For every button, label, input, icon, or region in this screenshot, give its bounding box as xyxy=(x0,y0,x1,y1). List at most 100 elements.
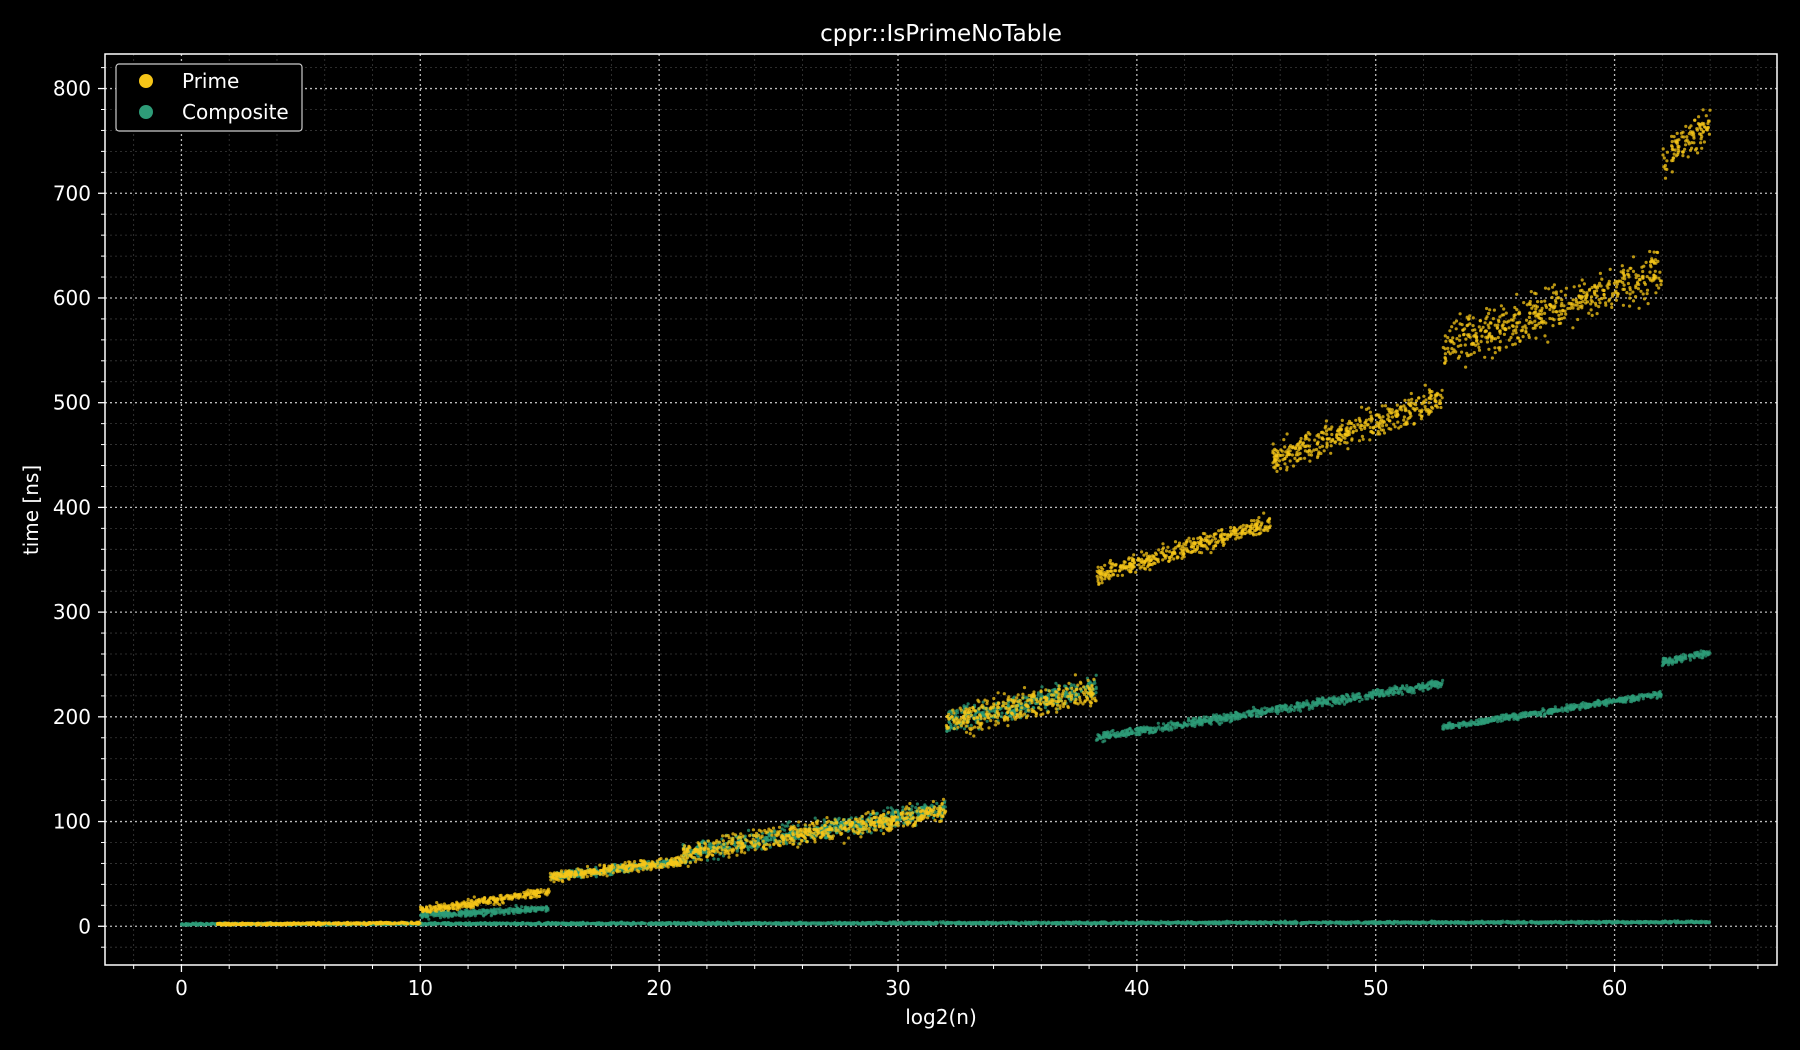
scatter-point xyxy=(1040,685,1044,689)
scatter-point xyxy=(1177,920,1181,925)
scatter-point xyxy=(1123,921,1128,926)
scatter-point xyxy=(1486,920,1490,924)
scatter-point xyxy=(680,921,684,925)
scatter-point xyxy=(953,921,957,925)
scatter-point xyxy=(1361,921,1365,925)
scatter-point xyxy=(779,922,783,926)
scatter-point xyxy=(598,921,602,925)
scatter-point xyxy=(420,914,425,918)
scatter-point xyxy=(774,922,779,926)
scatter-point xyxy=(1535,921,1539,925)
scatter-point xyxy=(1519,921,1523,925)
scatter-point xyxy=(487,922,491,926)
scatter-point xyxy=(684,921,689,926)
scatter-point xyxy=(660,922,664,926)
scatter-point xyxy=(1457,920,1461,925)
scatter-point xyxy=(1664,920,1668,924)
scatter-point xyxy=(1638,921,1643,925)
scatter-point xyxy=(1611,920,1615,925)
scatter-point xyxy=(1572,920,1577,924)
scatter-point xyxy=(831,921,836,925)
scatter-point xyxy=(513,921,517,925)
scatter-point xyxy=(202,923,206,927)
scatter-point xyxy=(797,922,801,926)
scatter-point xyxy=(616,922,620,926)
scatter-point xyxy=(1418,920,1422,924)
scatter-point xyxy=(1008,921,1012,925)
scatter-point xyxy=(1428,920,1432,924)
scatter-point xyxy=(1090,922,1094,926)
scatter-point xyxy=(443,921,447,925)
scatter-point xyxy=(879,828,883,833)
scatter-point xyxy=(876,921,881,925)
scatter-point xyxy=(754,921,758,926)
scatter-point xyxy=(1065,920,1069,924)
scatter-point xyxy=(814,921,818,925)
scatter-point xyxy=(1025,921,1029,925)
scatter-point xyxy=(651,921,655,926)
scatter-point xyxy=(1029,921,1033,925)
scatter-point xyxy=(1604,920,1608,924)
scatter-point xyxy=(1074,920,1078,924)
scatter-point xyxy=(453,922,457,926)
scatter-point xyxy=(1106,921,1111,926)
scatter-point xyxy=(1595,920,1599,924)
scatter-point xyxy=(703,922,707,926)
scatter-point xyxy=(625,921,630,926)
scatter-point xyxy=(1656,920,1660,924)
scatter-point xyxy=(654,921,658,925)
scatter-point xyxy=(1149,921,1153,925)
scatter-point xyxy=(1528,920,1532,924)
scatter-point xyxy=(693,921,697,925)
scatter-point xyxy=(495,907,499,911)
scatter-point xyxy=(928,920,932,925)
scatter-point xyxy=(1104,921,1108,925)
scatter-point xyxy=(524,907,529,911)
scatter-point xyxy=(1083,921,1087,925)
scatter-point xyxy=(901,805,905,809)
scatter-point xyxy=(1214,921,1218,925)
scatter-point xyxy=(766,838,770,843)
scatter-point xyxy=(1650,920,1655,924)
scatter-point xyxy=(539,922,543,926)
scatter-point xyxy=(503,922,507,926)
scatter-point xyxy=(999,921,1003,925)
scatter-point xyxy=(806,921,811,925)
scatter-point xyxy=(1628,921,1632,925)
scatter-point xyxy=(1000,711,1004,715)
scatter-chart: 0 10 20 30 40 50 600100200300400500600700800 c… xyxy=(0,0,1800,1050)
scatter-point xyxy=(864,922,868,926)
scatter-point xyxy=(565,922,569,926)
scatter-point xyxy=(1608,920,1612,924)
scatter-point xyxy=(818,922,822,926)
scatter-point xyxy=(1263,920,1267,924)
scatter-point xyxy=(715,921,719,925)
scatter-point xyxy=(1642,920,1646,924)
scatter-point xyxy=(879,920,883,925)
scatter-point xyxy=(1432,921,1436,925)
scatter-point xyxy=(1250,921,1254,925)
scatter-point xyxy=(962,704,966,708)
scatter-point xyxy=(1077,922,1081,926)
scatter-point xyxy=(468,909,472,913)
scatter-point xyxy=(1154,921,1158,925)
scatter-point xyxy=(457,913,461,917)
scatter-point xyxy=(1174,920,1178,925)
scatter-point xyxy=(502,910,506,914)
scatter-point xyxy=(1695,920,1699,924)
scatter-point xyxy=(1221,920,1225,925)
scatter-point xyxy=(895,922,899,926)
scatter-point xyxy=(1070,921,1074,925)
scatter-point xyxy=(783,922,788,926)
scatter-point xyxy=(956,921,960,925)
scatter-point xyxy=(620,922,625,926)
scatter-point xyxy=(469,923,473,927)
scatter-point xyxy=(1194,921,1198,925)
scatter-point xyxy=(760,921,765,925)
scatter-point xyxy=(709,922,713,926)
scatter-point xyxy=(949,921,954,925)
scatter-point xyxy=(935,801,939,806)
scatter-point xyxy=(528,909,532,914)
scatter-point xyxy=(1525,921,1529,925)
scatter-point xyxy=(1162,921,1166,925)
